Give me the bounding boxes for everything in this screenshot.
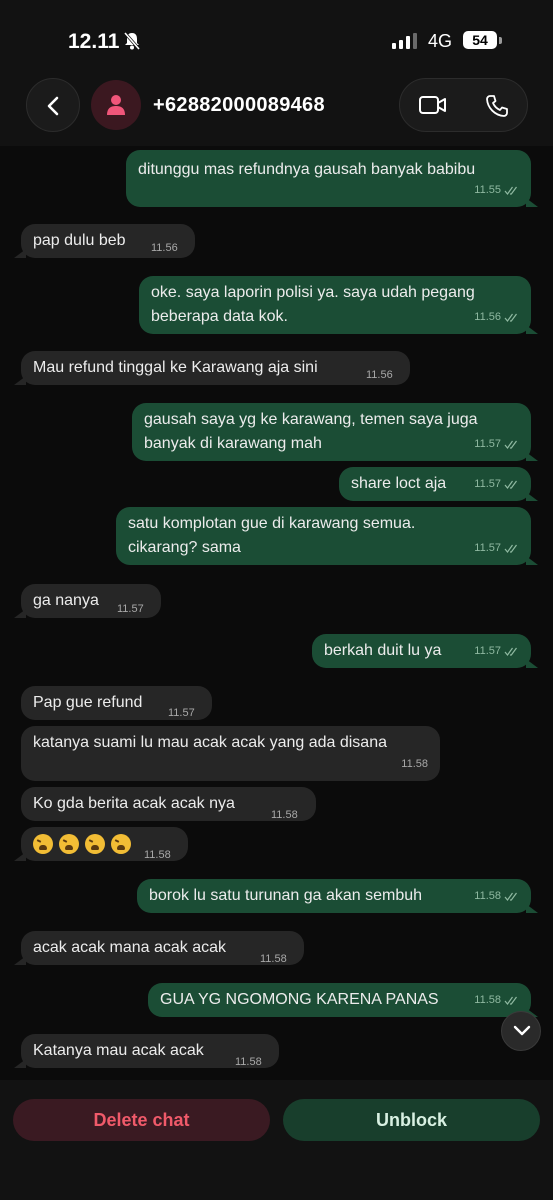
video-call-icon[interactable]	[418, 93, 448, 117]
tired-face-emoji-icon	[33, 833, 53, 854]
delete-chat-button[interactable]: Delete chat	[13, 1099, 270, 1141]
message-time: 11.57	[474, 645, 501, 657]
message-bubble[interactable]: share loct aja 11.57	[339, 467, 538, 501]
status-bar: 12.11 4G 54	[0, 0, 553, 80]
message-time: 11.57	[474, 478, 501, 490]
message-bubble[interactable]: pap dulu beb 11.56	[14, 224, 195, 258]
battery-level: 54	[463, 31, 497, 49]
message-time: 11.58	[401, 758, 428, 770]
tired-face-emoji-icon	[59, 833, 79, 854]
double-check-icon	[504, 647, 517, 656]
message-time: 11.58	[474, 994, 501, 1006]
message-time: 11.57	[474, 438, 501, 450]
message-bubble[interactable]: katanya suami lu mau acak acak yang ada …	[21, 726, 440, 781]
message-bubble[interactable]: oke. saya laporin polisi ya. saya udah p…	[139, 276, 538, 334]
message-time: 11.58	[144, 849, 171, 861]
message-text: pap dulu beb	[33, 232, 126, 249]
double-check-icon	[504, 480, 517, 489]
action-bar: Delete chat Unblock	[0, 1080, 553, 1200]
double-check-icon	[504, 186, 517, 195]
message-bubble[interactable]: 11.58	[14, 827, 188, 861]
message-time: 11.58	[235, 1056, 262, 1068]
message-time: 11.55	[474, 184, 501, 196]
message-time: 11.58	[260, 953, 287, 965]
double-check-icon	[504, 996, 517, 1005]
message-text: ditunggu mas refundnya gausah banyak bab…	[138, 161, 476, 178]
message-bubble[interactable]: ditunggu mas refundnya gausah banyak bab…	[126, 150, 538, 207]
message-text-line: satu komplotan gue di karawang semua.	[128, 515, 416, 532]
back-button[interactable]	[26, 78, 80, 132]
unblock-button[interactable]: Unblock	[283, 1099, 540, 1141]
message-time: 11.57	[117, 603, 144, 615]
message-text: Katanya mau acak acak	[33, 1042, 204, 1059]
emoji-row	[33, 832, 137, 856]
message-bubble[interactable]: Ko gda berita acak acak nya 11.58	[21, 787, 316, 821]
call-buttons	[399, 78, 528, 132]
chevron-down-icon	[513, 1025, 531, 1036]
status-time: 12.11	[68, 30, 120, 53]
message-bubble[interactable]: gausah saya yg ke karawang, temen saya j…	[132, 403, 538, 461]
message-time: 11.57	[168, 707, 195, 719]
message-time: 11.58	[474, 890, 501, 902]
message-bubble[interactable]: Mau refund tinggal ke Karawang aja sini …	[14, 351, 410, 385]
battery-tip	[499, 37, 502, 44]
message-bubble[interactable]: berkah duit lu ya 11.57	[312, 634, 538, 668]
person-icon	[107, 95, 125, 115]
message-text-line: beberapa data kok.	[151, 308, 288, 325]
message-bubble[interactable]: satu komplotan gue di karawang semua. ci…	[116, 507, 538, 565]
message-time: 11.56	[366, 369, 393, 381]
silent-bell-icon	[123, 32, 141, 50]
message-bubble[interactable]: Pap gue refund 11.57	[21, 686, 212, 720]
message-text-line: banyak di karawang mah	[144, 435, 322, 452]
double-check-icon	[504, 544, 517, 553]
message-text: berkah duit lu ya	[324, 642, 442, 659]
message-bubble[interactable]: acak acak mana acak acak 11.58	[14, 931, 304, 965]
message-text: katanya suami lu mau acak acak yang ada …	[33, 734, 387, 751]
message-bubble[interactable]: borok lu satu turunan ga akan sembuh 11.…	[137, 879, 538, 913]
message-text: Ko gda berita acak acak nya	[33, 795, 235, 812]
double-check-icon	[504, 313, 517, 322]
tired-face-emoji-icon	[111, 833, 131, 854]
message-text: share loct aja	[351, 475, 447, 492]
double-check-icon	[504, 440, 517, 449]
signal-icon	[392, 33, 417, 49]
message-time: 11.58	[271, 809, 298, 821]
message-text: Pap gue refund	[33, 694, 143, 711]
message-text-line: gausah saya yg ke karawang, temen saya j…	[144, 411, 478, 428]
phone-icon[interactable]	[484, 93, 510, 119]
message-time: 11.56	[151, 242, 178, 254]
message-time: 11.56	[474, 311, 501, 323]
tired-face-emoji-icon	[85, 833, 105, 854]
avatar[interactable]	[91, 80, 141, 130]
message-text-line: oke. saya laporin polisi ya. saya udah p…	[151, 284, 475, 301]
message-text: acak acak mana acak acak	[33, 939, 226, 956]
double-check-icon	[504, 892, 517, 901]
contact-number[interactable]: +62882000089468	[153, 94, 325, 117]
message-text: borok lu satu turunan ga akan sembuh	[149, 887, 423, 904]
message-bubble[interactable]: Katanya mau acak acak 11.58	[14, 1034, 279, 1068]
message-text: Mau refund tinggal ke Karawang aja sini	[33, 359, 318, 376]
network-type: 4G	[428, 31, 453, 51]
back-arrow-icon	[47, 96, 59, 116]
scroll-down-button[interactable]	[501, 1011, 541, 1051]
message-text-line: cikarang? sama	[128, 539, 241, 556]
chat-header: +62882000089468	[0, 70, 553, 146]
message-bubble[interactable]: GUA YG NGOMONG KARENA PANAS 11.58	[148, 983, 538, 1017]
message-text: GUA YG NGOMONG KARENA PANAS	[160, 991, 439, 1008]
message-time: 11.57	[474, 542, 501, 554]
message-bubble[interactable]: ga nanya 11.57	[14, 584, 161, 618]
message-text: ga nanya	[33, 592, 99, 609]
